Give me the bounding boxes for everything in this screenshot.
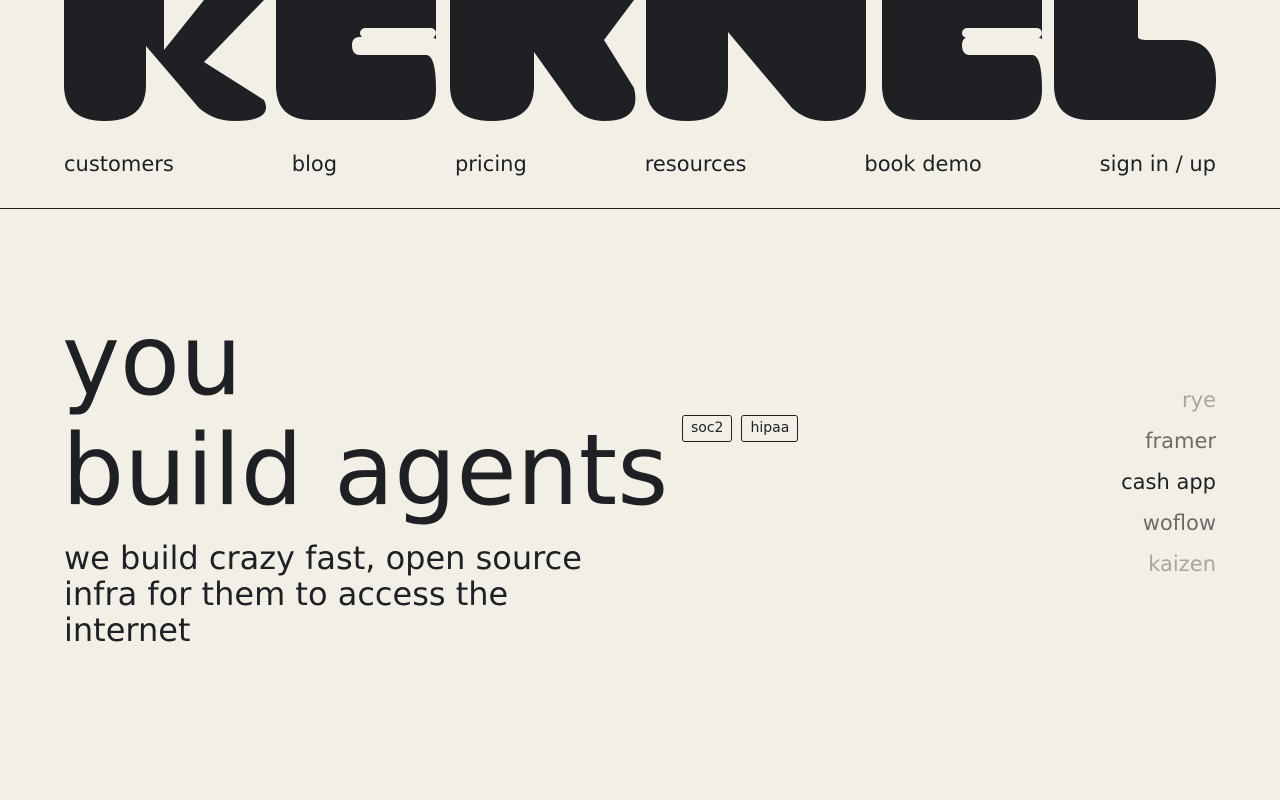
nav-book-demo-link[interactable]: book demo: [864, 150, 981, 178]
nav-sign-in-link[interactable]: sign in / up: [1100, 150, 1216, 178]
compliance-badges: soc2 hipaa: [682, 415, 799, 442]
nav-resources-link[interactable]: resources: [645, 150, 747, 178]
kernel-logo[interactable]: [64, 0, 1216, 122]
kernel-logo-wordmark: [64, 0, 1216, 121]
customer-name: rye: [1182, 388, 1216, 412]
hero-heading-line-1: you: [62, 304, 243, 418]
nav-blog-link[interactable]: blog: [292, 150, 337, 178]
page: customers blog pricing resources book de…: [0, 0, 1280, 800]
customer-name: framer: [1145, 429, 1216, 453]
customer-ticker: rye framer cash app woflow kaizen: [1121, 380, 1216, 585]
nav-customers-link[interactable]: customers: [64, 150, 174, 178]
customer-name: kaizen: [1148, 552, 1216, 576]
hipaa-badge: hipaa: [741, 415, 799, 442]
soc2-badge: soc2: [682, 415, 733, 442]
hero-heading-line-2: build agents: [62, 414, 669, 528]
header-divider: [0, 208, 1280, 209]
nav-pricing-link[interactable]: pricing: [455, 150, 527, 178]
hero-subheading: we build crazy fast, open source infra f…: [64, 539, 582, 649]
main-nav: customers blog pricing resources book de…: [64, 150, 1216, 178]
customer-name-active: cash app: [1121, 470, 1216, 494]
customer-name: woflow: [1142, 511, 1216, 535]
